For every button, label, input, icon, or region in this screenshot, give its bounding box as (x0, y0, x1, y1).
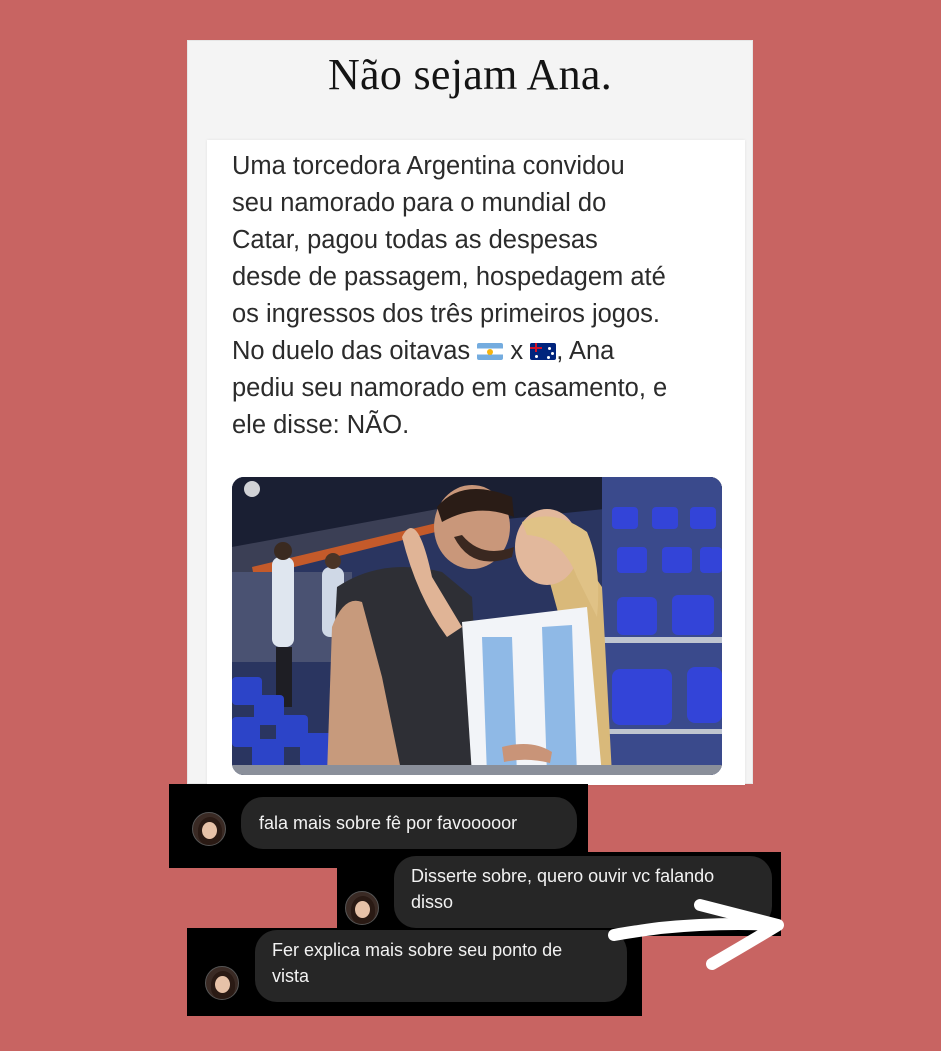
comment-text-line: vista (272, 966, 310, 986)
duel-suffix: , Ana (556, 337, 615, 365)
tweet-line: Uma torcedora Argentina convidou (232, 152, 625, 180)
commenter-avatar[interactable] (345, 891, 379, 925)
australia-flag-icon (530, 343, 557, 360)
duel-x: x (510, 337, 524, 365)
tweet-line-duel: No duelo das oitavas x , Ana (232, 333, 732, 370)
tweet-line: pediu seu namorado em casamento, e (232, 374, 668, 402)
arrow-left-icon (608, 899, 784, 970)
post-title: Não sejam Ana. (327, 50, 612, 99)
duel-prefix: No duelo das oitavas (232, 337, 471, 365)
tweet-line: desde de passagem, hospedagem até (232, 263, 666, 291)
commenter-avatar[interactable] (205, 966, 239, 1000)
commenter-avatar[interactable] (192, 812, 226, 846)
stadium-photo-illustration (232, 477, 722, 775)
tweet-line: Catar, pagou todas as despesas (232, 226, 598, 254)
comment-bubble[interactable]: fala mais sobre fê por favooooor (241, 797, 577, 849)
comment-text: fala mais sobre fê por favooooor (259, 813, 518, 833)
comment-bubble[interactable]: Fer explica mais sobre seu ponto de vist… (255, 930, 627, 1002)
post-card: Não sejam Ana. Uma torcedora Argentina c… (187, 40, 753, 785)
couple-kissing-in-stadium-photo (232, 477, 722, 775)
tweet-line: ele disse: NÃO. (232, 411, 410, 439)
argentina-flag-icon (477, 343, 504, 360)
comment-text-line: Fer explica mais sobre seu ponto de (272, 940, 563, 960)
tweet-line: os ingressos dos três primeiros jogos. (232, 300, 661, 328)
tweet-line: seu namorado para o mundial do (232, 189, 607, 217)
tweet-text: Uma torcedora Argentina convidou seu nam… (232, 148, 732, 444)
tweet-screenshot: Uma torcedora Argentina convidou seu nam… (207, 140, 745, 785)
